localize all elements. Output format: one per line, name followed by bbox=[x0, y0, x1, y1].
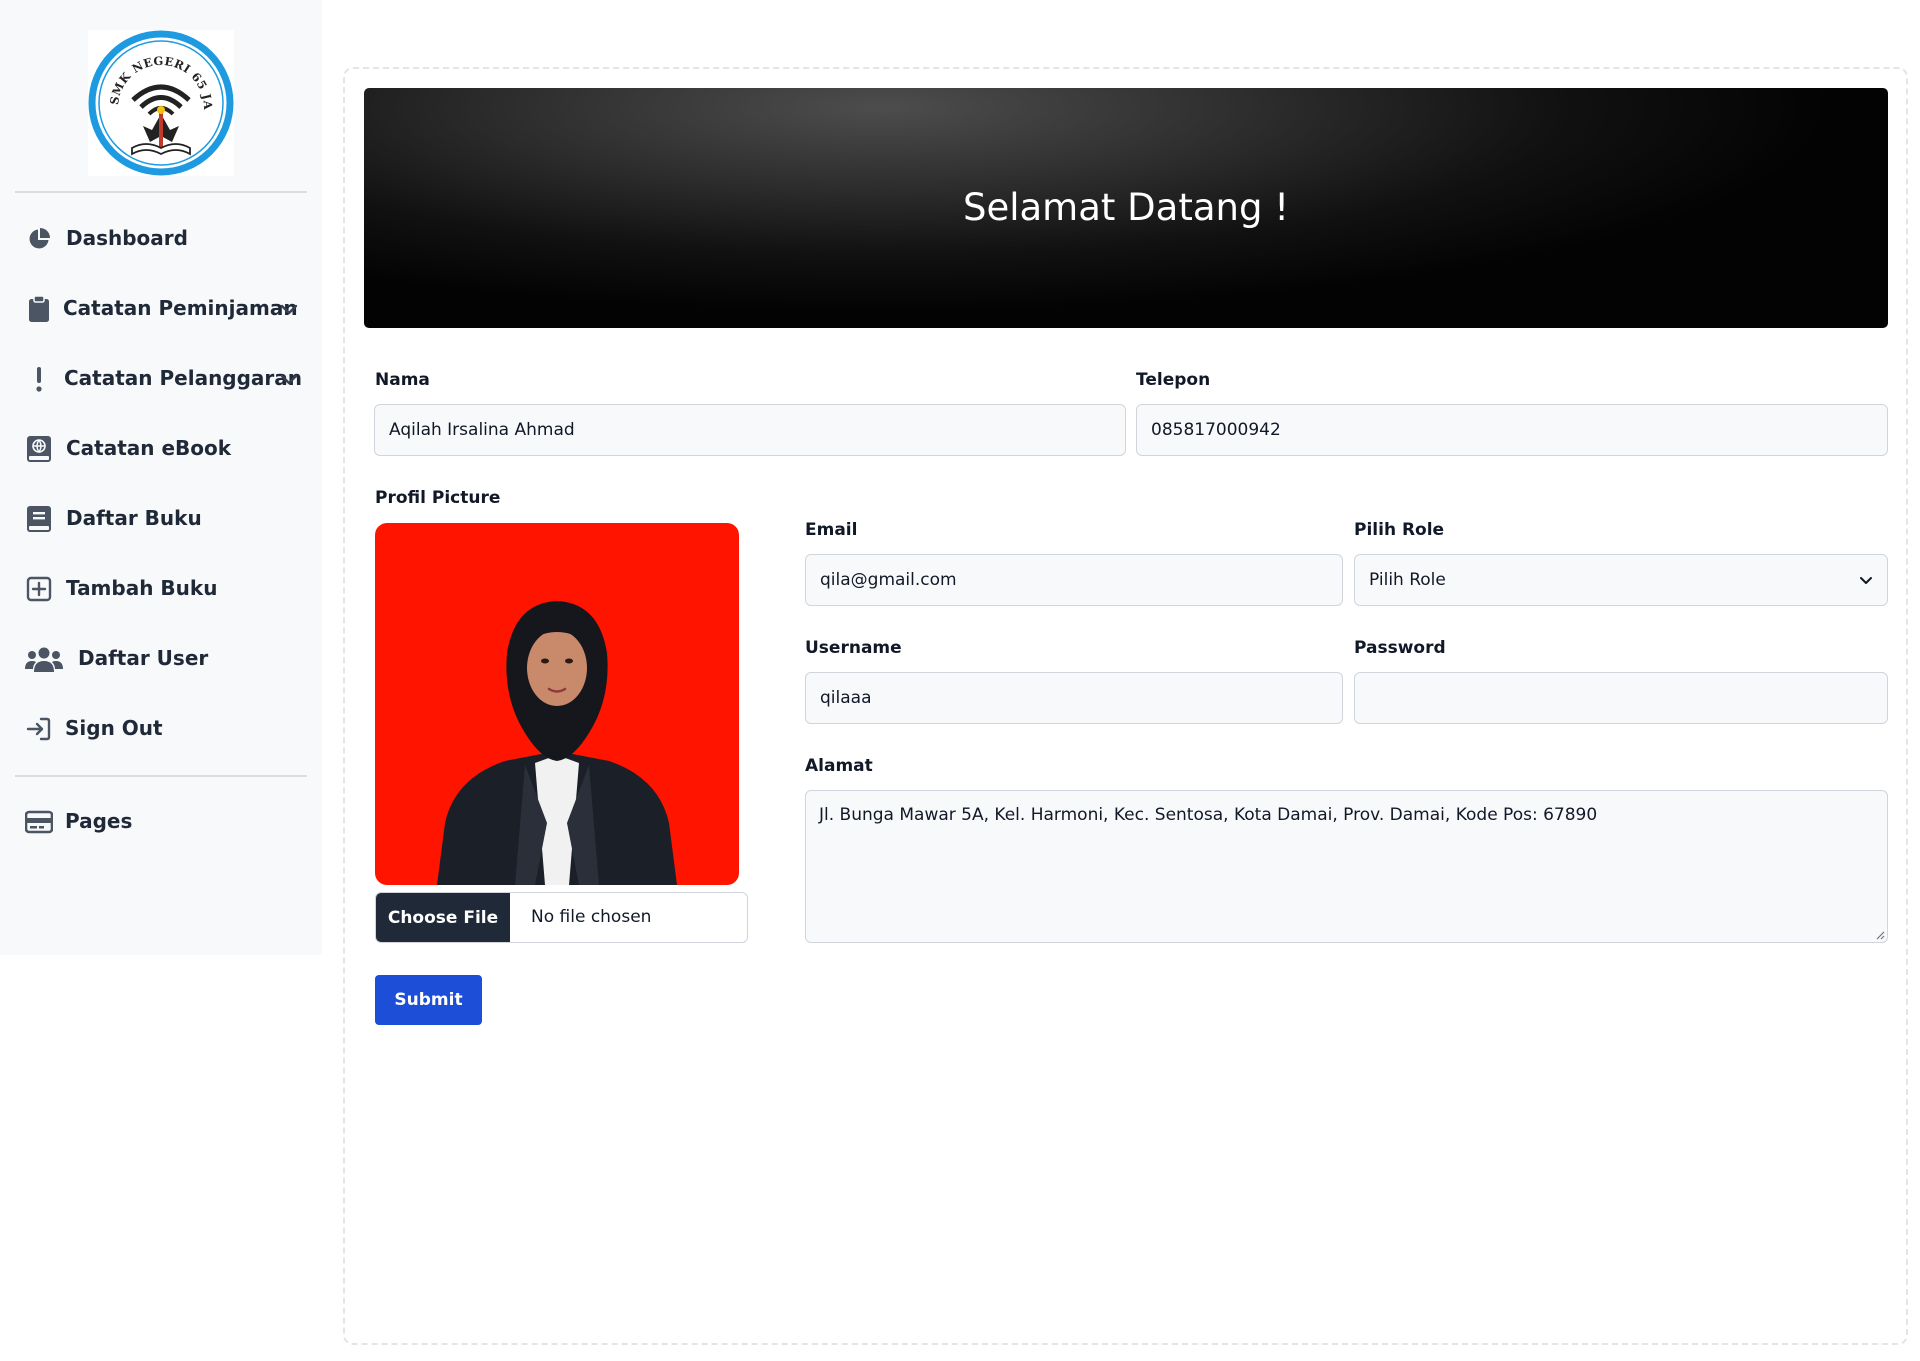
sidebar: SMK NEGERI 65 JAKARTA Dashboard Catatan … bbox=[0, 0, 322, 955]
username-label: Username bbox=[805, 638, 902, 658]
sidebar-item-daftar-buku[interactable]: Daftar Buku bbox=[0, 491, 322, 547]
sidebar-divider bbox=[15, 191, 307, 193]
telepon-label: Telepon bbox=[1136, 370, 1211, 390]
username-input[interactable]: qilaaa bbox=[805, 672, 1343, 724]
role-select-value: Pilih Role bbox=[1369, 570, 1446, 590]
alamat-label: Alamat bbox=[805, 756, 873, 776]
file-input[interactable]: Choose File No file chosen bbox=[375, 892, 748, 943]
plus-square-icon bbox=[24, 574, 54, 604]
chart-pie-icon bbox=[24, 224, 54, 254]
chevron-down-icon[interactable] bbox=[278, 368, 300, 390]
sidebar-item-dashboard[interactable]: Dashboard bbox=[0, 211, 322, 267]
alamat-value: Jl. Bunga Mawar 5A, Kel. Harmoni, Kec. S… bbox=[819, 805, 1598, 825]
email-input[interactable]: qila@gmail.com bbox=[805, 554, 1343, 606]
welcome-banner: Selamat Datang ! bbox=[364, 88, 1888, 328]
alamat-textarea[interactable]: Jl. Bunga Mawar 5A, Kel. Harmoni, Kec. S… bbox=[805, 790, 1888, 943]
sidebar-item-label: Tambah Buku bbox=[66, 576, 218, 600]
sidebar-item-label: Catatan Peminjaman bbox=[63, 296, 298, 320]
email-label: Email bbox=[805, 520, 858, 540]
sidebar-item-label: Catatan eBook bbox=[66, 436, 232, 460]
sidebar-item-label: Sign Out bbox=[65, 716, 163, 740]
telepon-input[interactable]: 085817000942 bbox=[1136, 404, 1888, 456]
sidebar-item-label: Daftar Buku bbox=[66, 506, 202, 530]
nama-label: Nama bbox=[375, 370, 430, 390]
sign-in-icon bbox=[24, 714, 54, 744]
resize-handle-icon[interactable] bbox=[1875, 930, 1885, 940]
school-logo[interactable]: SMK NEGERI 65 JAKARTA bbox=[82, 19, 234, 176]
sidebar-item-catatan-ebook[interactable]: Catatan eBook bbox=[0, 421, 322, 477]
sidebar-item-daftar-user[interactable]: Daftar User bbox=[0, 631, 322, 687]
sidebar-item-label: Daftar User bbox=[78, 646, 209, 670]
clipboard-icon bbox=[24, 294, 54, 324]
sidebar-item-label: Dashboard bbox=[66, 226, 188, 250]
page-title: Selamat Datang ! bbox=[962, 186, 1290, 229]
sidebar-item-label: Pages bbox=[65, 809, 133, 833]
password-label: Password bbox=[1354, 638, 1446, 658]
role-label: Pilih Role bbox=[1354, 520, 1445, 540]
sidebar-item-sign-out[interactable]: Sign Out bbox=[0, 701, 322, 757]
profile-picture-label: Profil Picture bbox=[375, 488, 501, 508]
file-status: No file chosen bbox=[531, 907, 652, 927]
choose-file-button[interactable]: Choose File bbox=[376, 893, 510, 942]
chevron-down-icon bbox=[1860, 577, 1872, 584]
sidebar-item-tambah-buku[interactable]: Tambah Buku bbox=[0, 561, 322, 617]
submit-button[interactable]: Submit bbox=[375, 975, 482, 1025]
role-select[interactable]: Pilih Role bbox=[1354, 554, 1888, 606]
card-icon bbox=[24, 807, 54, 837]
sidebar-item-pages[interactable]: Pages bbox=[0, 794, 322, 850]
book-icon bbox=[24, 504, 54, 534]
sidebar-divider bbox=[15, 775, 307, 777]
profile-photo bbox=[375, 523, 739, 885]
sidebar-item-label: Catatan Pelanggaran bbox=[64, 366, 303, 390]
sidebar-item-catatan-peminjaman[interactable]: Catatan Peminjaman bbox=[0, 281, 322, 337]
exclamation-icon bbox=[24, 364, 54, 394]
users-icon bbox=[24, 644, 64, 674]
chevron-down-icon[interactable] bbox=[278, 298, 300, 320]
nama-input[interactable]: Aqilah Irsalina Ahmad bbox=[374, 404, 1126, 456]
sidebar-item-catatan-pelanggaran[interactable]: Catatan Pelanggaran bbox=[0, 351, 322, 407]
globe-book-icon bbox=[24, 434, 54, 464]
password-input[interactable] bbox=[1354, 672, 1888, 724]
